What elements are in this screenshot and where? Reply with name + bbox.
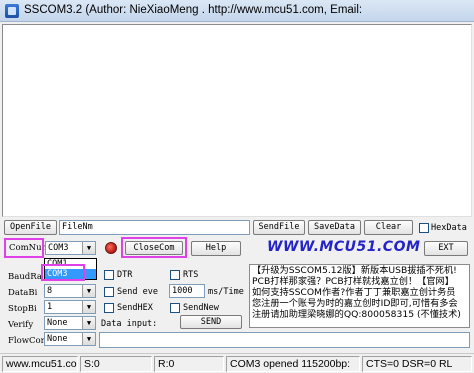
help-button[interactable]: Help <box>191 241 241 256</box>
interval-input[interactable]: 1000 <box>169 284 205 298</box>
save-data-button[interactable]: SaveData <box>308 220 361 235</box>
chevron-down-icon[interactable]: ▼ <box>82 317 95 329</box>
ad-line: PCB打样那家强？PCB打样就找嘉立创！【官网】 <box>252 276 454 287</box>
chevron-down-icon[interactable]: ▼ <box>82 333 95 345</box>
dtr-checkbox[interactable] <box>104 270 114 280</box>
verify-value: None <box>47 318 68 328</box>
chevron-down-icon[interactable]: ▼ <box>82 301 95 313</box>
status-bar: www.mcu51.cor S:0 R:0 COM3 opened 115200… <box>0 353 474 373</box>
baud-rate-label: BaudRa <box>8 272 42 282</box>
data-bits-value: 8 <box>47 286 53 296</box>
com-port-select[interactable]: COM3 ▼ <box>45 241 96 255</box>
status-website: www.mcu51.cor <box>2 356 78 372</box>
verify-select[interactable]: None ▼ <box>44 316 96 330</box>
flow-control-select[interactable]: None ▼ <box>44 332 96 346</box>
ad-panel: 【升级为SSCOM5.12版】新版本USB拔插不死机! PCB打样那家强？PCB… <box>249 264 470 328</box>
clear-button[interactable]: Clear <box>364 220 413 235</box>
app-icon <box>5 4 19 18</box>
chevron-down-icon[interactable]: ▼ <box>82 242 95 254</box>
hex-display-checkbox[interactable] <box>419 223 429 233</box>
ad-line: 【升级为SSCOM5.12版】新版本USB拔插不死机! <box>252 265 457 276</box>
dropdown-selection-highlight <box>41 264 85 281</box>
status-received-count: R:0 <box>154 356 224 372</box>
ad-line: 注册请加助理梁晓娜的QQ:800058315 (不懂技术) <box>252 309 461 320</box>
send-every-label: Send eve <box>117 287 158 297</box>
mcu51-logo: WWW.MCU51.COM <box>267 239 421 255</box>
stop-bits-select[interactable]: 1 ▼ <box>44 300 96 314</box>
com-port-value: COM3 <box>48 243 69 253</box>
data-input-label: Data input: <box>101 319 158 329</box>
stop-bits-value: 1 <box>47 302 53 312</box>
send-hex-checkbox[interactable] <box>104 303 114 313</box>
port-status-led-icon <box>105 242 117 254</box>
open-file-button[interactable]: OpenFile <box>4 220 57 235</box>
send-every-checkbox[interactable] <box>104 287 114 297</box>
data-input-field[interactable] <box>99 332 470 348</box>
ad-line: 您注册一个账号为时的嘉立创时ID即可,可惜有多会 <box>252 298 458 309</box>
data-bits-select[interactable]: 8 ▼ <box>44 284 96 298</box>
status-sent-count: S:0 <box>80 356 152 372</box>
hex-display-label: HexData <box>431 223 467 233</box>
status-signals: CTS=0 DSR=0 RL <box>362 356 472 372</box>
send-new-checkbox[interactable] <box>170 303 180 313</box>
data-bits-label: DataBi <box>8 288 38 298</box>
send-hex-label: SendHEX <box>117 303 153 313</box>
receive-textarea[interactable] <box>2 24 472 217</box>
com-num-highlight <box>4 238 44 258</box>
interval-unit-label: ms/Time <box>208 287 244 297</box>
rts-checkbox[interactable] <box>170 270 180 280</box>
rts-label: RTS <box>183 270 199 280</box>
send-new-label: SendNew <box>183 303 219 313</box>
ext-button[interactable]: EXT <box>424 241 468 256</box>
chevron-down-icon[interactable]: ▼ <box>82 285 95 297</box>
flow-control-label: FlowCon <box>8 336 47 346</box>
send-button[interactable]: SEND <box>180 315 242 329</box>
close-com-button[interactable]: CloseCom <box>125 241 183 255</box>
send-file-button[interactable]: SendFile <box>253 220 305 235</box>
stop-bits-label: StopBi <box>8 304 37 314</box>
title-bar: SSCOM3.2 (Author: NieXiaoMeng . http://w… <box>0 0 474 22</box>
ad-line: 如何支持SSCOM作者?作者丁丁兼职嘉立创计务员 <box>252 287 456 298</box>
window-title: SSCOM3.2 (Author: NieXiaoMeng . http://w… <box>24 4 363 16</box>
verify-label: Verify <box>8 320 34 330</box>
flow-control-value: None <box>47 334 68 344</box>
status-port-state: COM3 opened 115200bp: <box>226 356 360 372</box>
dtr-label: DTR <box>117 270 133 280</box>
file-name-field[interactable]: FileNm <box>59 220 250 235</box>
